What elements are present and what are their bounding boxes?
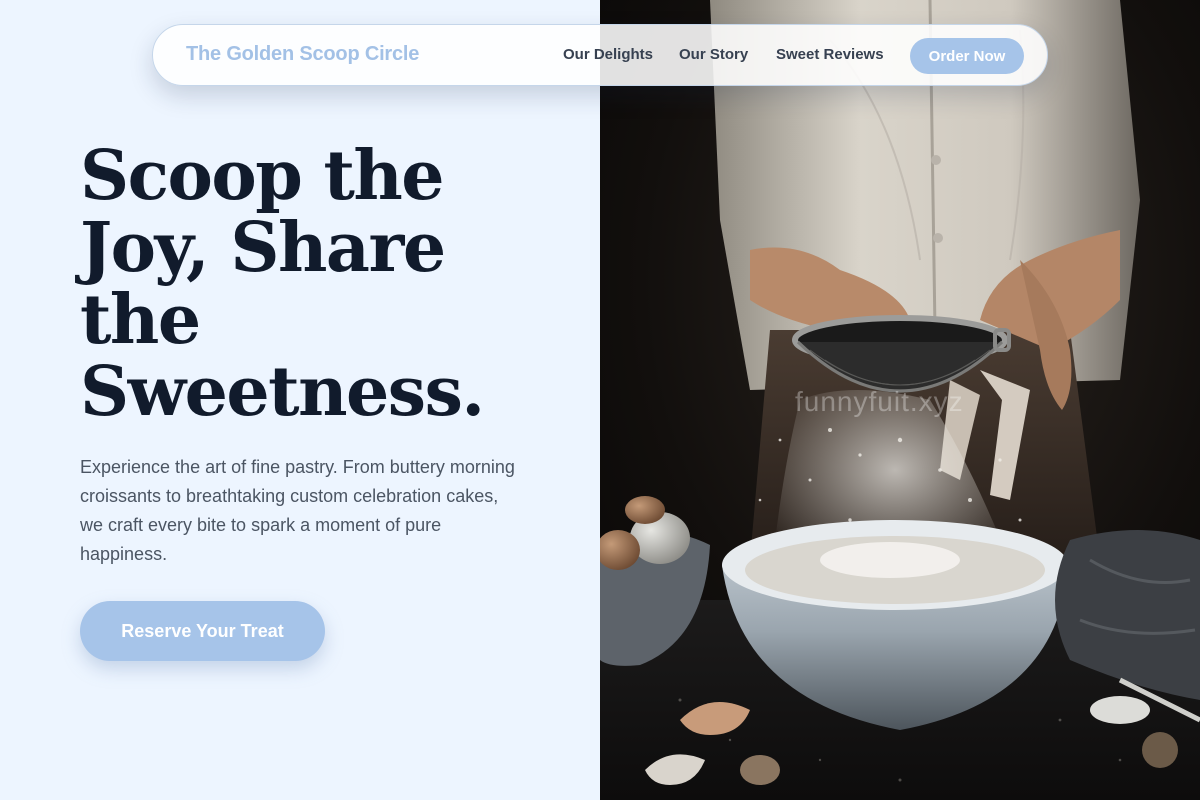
order-now-button[interactable]: Order Now [910, 38, 1024, 74]
hero-title-line: the [80, 280, 201, 360]
hero-title-line: Joy, Share [80, 208, 446, 288]
brand-logo[interactable]: The Golden Scoop Circle [186, 43, 419, 66]
hero-title-line: Sweetness. [80, 352, 485, 432]
watermark-text: funnyfuit.xyz [795, 386, 964, 417]
nav-link-our-story[interactable]: Our Story [679, 46, 748, 63]
nav-link-sweet-reviews[interactable]: Sweet Reviews [776, 46, 884, 63]
reserve-treat-button[interactable]: Reserve Your Treat [80, 601, 325, 661]
navigation-bar: The Golden Scoop Circle Our Delights Our… [152, 24, 1048, 86]
nav-link-our-delights[interactable]: Our Delights [563, 46, 653, 63]
hero-title-line: Scoop the [80, 136, 445, 216]
hero-photo: funnyfuit.xyz [600, 0, 1200, 800]
hero-section: Scoop the Joy, Share the Sweetness. Expe… [0, 0, 600, 800]
hero-description: Experience the art of fine pastry. From … [80, 457, 515, 564]
hero-title: Scoop the Joy, Share the Sweetness. [80, 140, 550, 428]
